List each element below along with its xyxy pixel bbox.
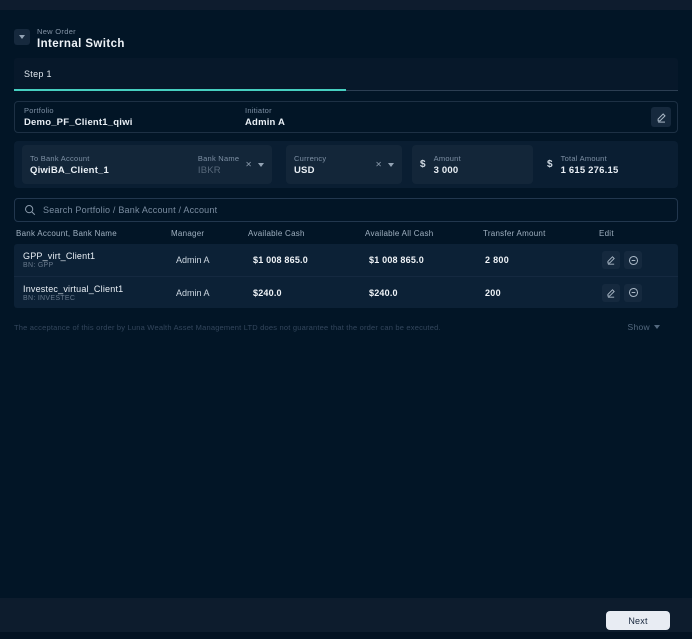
currency-select[interactable]: Currency USD ✕ <box>286 145 402 184</box>
chevron-down-icon <box>19 35 25 39</box>
portfolio-label: Portfolio <box>24 106 54 115</box>
window-bottom-strip <box>0 632 692 639</box>
currency-label: Currency <box>294 153 327 163</box>
table-row[interactable]: Investec_virtual_Client1 BN: INVESTEC Ad… <box>14 276 678 308</box>
column-header-available-all-cash[interactable]: Available All Cash <box>365 229 483 238</box>
remove-row-button[interactable] <box>624 251 642 269</box>
order-kicker: New Order <box>37 27 76 36</box>
minus-circle-icon <box>628 287 638 298</box>
search-bar <box>14 198 678 222</box>
bank-dropdown-chevron-icon[interactable] <box>258 162 264 167</box>
search-icon <box>25 205 36 216</box>
bank-account-cell: Investec_virtual_Client1 BN: INVESTEC <box>14 284 169 302</box>
footer-bar: Next <box>0 598 692 632</box>
amount-value: 3 000 <box>433 164 459 176</box>
step-label: Step 1 <box>24 69 52 79</box>
amount-field: Amount 3 000 <box>434 154 461 176</box>
available-all-cash-cell: $240.0 <box>369 287 398 298</box>
edit-row-button[interactable] <box>602 283 620 302</box>
edit-cell <box>597 283 678 302</box>
edit-cell <box>597 251 678 269</box>
show-label: Show <box>627 322 650 332</box>
currency-field: Currency USD <box>294 154 326 176</box>
portfolio-field[interactable]: Portfolio Demo_PF_Client1_qiwi <box>24 106 133 128</box>
bank-name-field: Bank Name IBKR <box>198 154 239 176</box>
initiator-label: Initiator <box>245 106 272 115</box>
order-header: New Order Internal Switch <box>14 27 678 50</box>
total-amount-field: $ Total Amount 1 615 276.15 <box>547 154 618 176</box>
edit-order-button[interactable] <box>651 107 671 127</box>
transfer-details-panel: To Bank Account QiwiBA_Client_1 Bank Nam… <box>14 141 678 188</box>
available-cash-cell: $1 008 865.0 <box>253 255 308 265</box>
bank-name-value: IBKR <box>197 164 221 176</box>
currency-value: USD <box>294 164 315 176</box>
total-amount-label: Total Amount <box>560 153 607 163</box>
to-bank-account-select[interactable]: To Bank Account QiwiBA_Client_1 Bank Nam… <box>22 145 272 184</box>
dollar-icon: $ <box>420 159 426 170</box>
column-header-transfer-amount[interactable]: Transfer Amount <box>483 229 599 238</box>
to-bank-account-label: To Bank Account <box>30 153 90 163</box>
manager-cell: Admin A <box>176 287 210 298</box>
manager-cell: Admin A <box>176 255 210 265</box>
show-toggle[interactable]: Show <box>628 322 660 332</box>
disclaimer-row: The acceptance of this order by Luna Wea… <box>14 322 678 332</box>
amount-label: Amount <box>433 153 461 163</box>
available-all-cash-cell: $1 008 865.0 <box>369 255 424 265</box>
to-bank-account-value: QiwiBA_Client_1 <box>30 164 110 176</box>
pencil-icon <box>607 256 615 265</box>
window-top-strip <box>0 0 692 10</box>
bank-name-label: Bank Name <box>197 153 240 163</box>
chevron-down-icon <box>654 325 660 329</box>
portfolio-initiator-row: Portfolio Demo_PF_Client1_qiwi Initiator… <box>14 101 678 133</box>
bank-name-group: Bank Name IBKR ✕ <box>198 154 264 176</box>
column-header-manager[interactable]: Manager <box>171 229 248 238</box>
total-amount-group: Total Amount 1 615 276.15 <box>561 154 619 176</box>
remove-row-button[interactable] <box>624 283 642 302</box>
next-button[interactable]: Next <box>606 611 670 630</box>
bank-account-name: GPP_virt_Client1 <box>23 251 96 261</box>
initiator-value: Admin A <box>245 117 286 128</box>
total-amount-value: 1 615 276.15 <box>560 164 619 176</box>
column-header-bank-account[interactable]: Bank Account, Bank Name <box>16 229 171 238</box>
dollar-icon: $ <box>547 159 553 170</box>
minus-circle-icon <box>628 255 638 265</box>
currency-dropdown-chevron-icon[interactable] <box>388 162 394 167</box>
currency-controls: ✕ <box>375 160 394 169</box>
column-header-edit: Edit <box>599 229 614 238</box>
bank-name-subtext: BN: INVESTEC <box>23 294 76 302</box>
disclaimer-text: The acceptance of this order by Luna Wea… <box>14 322 441 332</box>
transfer-amount-cell: 2 800 <box>485 255 510 265</box>
to-bank-account-field: To Bank Account QiwiBA_Client_1 <box>30 154 109 176</box>
search-input[interactable] <box>43 205 668 215</box>
bank-account-cell: GPP_virt_Client1 BN: GPP <box>14 251 169 269</box>
step-field[interactable]: Step 1 <box>14 58 678 91</box>
pencil-icon <box>657 112 666 123</box>
portfolio-value: Demo_PF_Client1_qiwi <box>24 117 133 128</box>
clear-bank-icon[interactable]: ✕ <box>245 160 252 169</box>
order-titles: New Order Internal Switch <box>37 27 125 50</box>
table-header: Bank Account, Bank Name Manager Availabl… <box>14 229 678 238</box>
step-progress-underline <box>14 89 346 91</box>
column-header-available-cash[interactable]: Available Cash <box>248 229 365 238</box>
order-form: New Order Internal Switch Step 1 Portfol… <box>0 27 692 332</box>
pencil-icon <box>607 288 615 298</box>
page-title: Internal Switch <box>37 38 125 50</box>
amount-input[interactable]: $ Amount 3 000 <box>412 145 533 184</box>
footer: Next <box>0 598 692 639</box>
table-row[interactable]: GPP_virt_Client1 BN: GPP Admin A $1 008 … <box>14 244 678 276</box>
available-cash-cell: $240.0 <box>253 287 282 298</box>
accounts-table: GPP_virt_Client1 BN: GPP Admin A $1 008 … <box>14 244 678 308</box>
bank-name-subtext: BN: GPP <box>23 262 54 269</box>
edit-row-button[interactable] <box>602 251 620 269</box>
transfer-amount-cell: 200 <box>485 287 501 298</box>
clear-currency-icon[interactable]: ✕ <box>375 160 382 169</box>
collapse-order-button[interactable] <box>14 29 30 45</box>
bank-account-name: Investec_virtual_Client1 <box>23 283 124 294</box>
initiator-field: Initiator Admin A <box>245 106 285 128</box>
